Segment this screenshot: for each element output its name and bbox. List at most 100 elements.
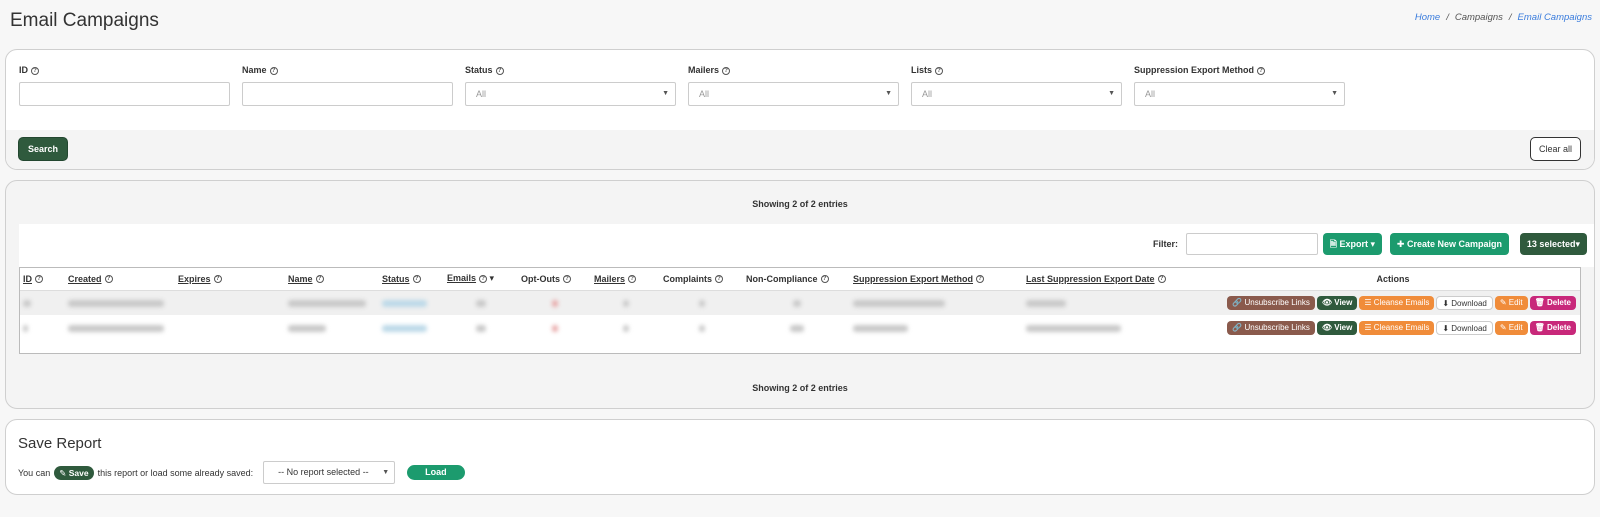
filter-mailers-label: Mailers bbox=[688, 65, 720, 75]
col-complaints: Complaints? bbox=[660, 268, 743, 291]
col-expires[interactable]: Expires? bbox=[175, 268, 285, 291]
save-report-panel: Save Report You can ✎ Save this report o… bbox=[5, 419, 1595, 495]
link-icon: 🔗 bbox=[1232, 297, 1243, 307]
download-button[interactable]: ⬇ Download bbox=[1436, 320, 1493, 335]
breadcrumb: Home / Campaigns / Email Campaigns bbox=[1415, 12, 1592, 23]
col-emails[interactable]: Emails? ▾ bbox=[444, 268, 518, 291]
delete-button[interactable]: 🗑 Delete bbox=[1529, 320, 1576, 335]
table-row: 🔗 Unsubscribe Links 👁 View ☰ Cleanse Email… bbox=[20, 315, 1580, 340]
help-circle-icon: ? bbox=[628, 275, 637, 284]
filter-lists: Lists? All ▼ bbox=[911, 65, 1122, 106]
showing-entries-top: Showing 2 of 2 entries bbox=[752, 199, 848, 209]
col-opt-outs: Opt-Outs? bbox=[518, 268, 591, 291]
list-icon: ☰ bbox=[1364, 297, 1372, 307]
showing-entries-bottom: Showing 2 of 2 entries bbox=[752, 383, 848, 393]
col-actions: Actions bbox=[1203, 268, 1580, 291]
caret-down-icon: ▼ bbox=[885, 90, 892, 97]
filter-status-label: Status bbox=[465, 65, 493, 75]
breadcrumb-current[interactable]: Email Campaigns bbox=[1518, 12, 1592, 23]
filter-suppression-label: Suppression Export Method bbox=[1134, 65, 1255, 75]
breadcrumb-campaigns[interactable]: Campaigns bbox=[1455, 12, 1503, 23]
col-id[interactable]: ID? bbox=[20, 268, 65, 291]
edit-icon: ✎ bbox=[1499, 297, 1507, 307]
cleanse-emails-button[interactable]: ☰ Cleanse Emails bbox=[1359, 320, 1435, 335]
export-button[interactable]: 🗎 Export ▾ bbox=[1322, 233, 1382, 255]
table-filter-input[interactable] bbox=[1186, 233, 1318, 255]
filter-name: Name? bbox=[242, 65, 453, 106]
trash-icon: 🗑 bbox=[1534, 297, 1545, 307]
lists-select[interactable]: All ▼ bbox=[911, 82, 1122, 106]
help-circle-icon: ? bbox=[104, 275, 113, 284]
filter-lists-label: Lists bbox=[911, 65, 933, 75]
save-report-prefix: You can bbox=[18, 467, 51, 478]
filter-id-label: ID bbox=[19, 65, 28, 75]
filter-footer: Search Clear all bbox=[6, 130, 1594, 169]
save-report-button[interactable]: ✎ Save bbox=[54, 465, 94, 480]
col-name[interactable]: Name? bbox=[285, 268, 379, 291]
help-circle-icon: ? bbox=[412, 275, 421, 284]
caret-down-icon: ▼ bbox=[662, 90, 669, 97]
filter-suppression: Suppression Export Method? All ▼ bbox=[1134, 65, 1345, 106]
link-icon: 🔗 bbox=[1232, 322, 1243, 332]
save-report-suffix: this report or load some already saved: bbox=[97, 467, 254, 478]
edit-button[interactable]: ✎ Edit bbox=[1494, 295, 1528, 310]
search-button[interactable]: Search bbox=[18, 137, 69, 161]
suppression-select[interactable]: All ▼ bbox=[1134, 82, 1345, 106]
help-circle-icon[interactable]: ? bbox=[722, 66, 731, 75]
edit-button[interactable]: ✎ Edit bbox=[1494, 320, 1528, 335]
report-select[interactable]: -- No report selected -- ▼ bbox=[263, 461, 396, 484]
table-row: 🔗 Unsubscribe Links 👁 View ☰ Cleanse Email… bbox=[20, 290, 1580, 315]
file-export-icon: 🗎 bbox=[1329, 239, 1337, 249]
filter-panel: ID? Name? Status? All ▼ Mailers? All ▼ Lis… bbox=[5, 49, 1595, 170]
help-circle-icon: ? bbox=[563, 275, 571, 284]
col-status[interactable]: Status? bbox=[379, 268, 444, 291]
list-icon: ☰ bbox=[1364, 322, 1372, 332]
campaigns-table-panel: Showing 2 of 2 entries Filter: 🗎 Export … bbox=[5, 180, 1595, 409]
help-circle-icon[interactable]: ? bbox=[269, 66, 278, 75]
unsubscribe-links-button[interactable]: 🔗 Unsubscribe Links bbox=[1227, 320, 1315, 335]
col-created[interactable]: Created? bbox=[65, 268, 175, 291]
id-input[interactable] bbox=[19, 82, 230, 106]
help-circle-icon: ? bbox=[213, 275, 222, 284]
col-last-suppression-date[interactable]: Last Suppression Export Date? bbox=[1023, 268, 1203, 291]
help-circle-icon: ? bbox=[820, 275, 829, 284]
help-circle-icon: ? bbox=[715, 275, 724, 284]
view-button[interactable]: 👁 View bbox=[1316, 295, 1358, 310]
help-circle-icon: ? bbox=[35, 275, 43, 284]
status-select[interactable]: All ▼ bbox=[465, 82, 676, 106]
sort-down-icon: ▾ bbox=[489, 273, 495, 284]
help-circle-icon[interactable]: ? bbox=[495, 66, 504, 75]
caret-down-icon: ▼ bbox=[382, 469, 390, 476]
columns-selected-button[interactable]: 13 selected▾ bbox=[1519, 233, 1587, 255]
unsubscribe-links-button[interactable]: 🔗 Unsubscribe Links bbox=[1227, 295, 1315, 310]
cleanse-emails-button[interactable]: ☰ Cleanse Emails bbox=[1359, 295, 1435, 310]
download-button[interactable]: ⬇ Download bbox=[1436, 295, 1493, 310]
create-campaign-button[interactable]: ✚ Create New Campaign bbox=[1389, 233, 1509, 255]
save-report-title: Save Report bbox=[18, 435, 102, 452]
download-icon: ⬇ bbox=[1442, 298, 1450, 308]
filter-label: Filter: bbox=[1152, 239, 1178, 249]
eye-icon: 👁 bbox=[1321, 297, 1333, 307]
table-toolbar: Filter: 🗎 Export ▾ ✚ Create New Campaign… bbox=[19, 224, 1594, 267]
help-circle-icon[interactable]: ? bbox=[935, 66, 944, 75]
load-report-button[interactable]: Load bbox=[407, 465, 465, 480]
plus-icon: ✚ bbox=[1396, 239, 1405, 249]
help-circle-icon[interactable]: ? bbox=[31, 66, 39, 75]
delete-button[interactable]: 🗑 Delete bbox=[1529, 295, 1576, 310]
download-icon: ⬇ bbox=[1442, 323, 1450, 333]
col-suppression-method[interactable]: Suppression Export Method? bbox=[850, 268, 1023, 291]
edit-icon: ✎ bbox=[59, 467, 67, 478]
table-header-row: ID? Created? Expires? Name? Status? Emai… bbox=[20, 268, 1580, 291]
name-input[interactable] bbox=[242, 82, 453, 106]
view-button[interactable]: 👁 View bbox=[1316, 320, 1358, 335]
filter-id: ID? bbox=[19, 65, 230, 106]
filter-mailers: Mailers? All ▼ bbox=[688, 65, 899, 106]
help-circle-icon[interactable]: ? bbox=[1257, 66, 1266, 75]
mailers-select[interactable]: All ▼ bbox=[688, 82, 899, 106]
col-mailers[interactable]: Mailers? bbox=[591, 268, 660, 291]
caret-down-icon: ▼ bbox=[1331, 90, 1338, 97]
filter-status: Status? All ▼ bbox=[465, 65, 676, 106]
clear-all-button[interactable]: Clear all bbox=[1529, 137, 1581, 161]
breadcrumb-separator: / bbox=[1508, 12, 1512, 23]
breadcrumb-home[interactable]: Home bbox=[1415, 12, 1440, 23]
